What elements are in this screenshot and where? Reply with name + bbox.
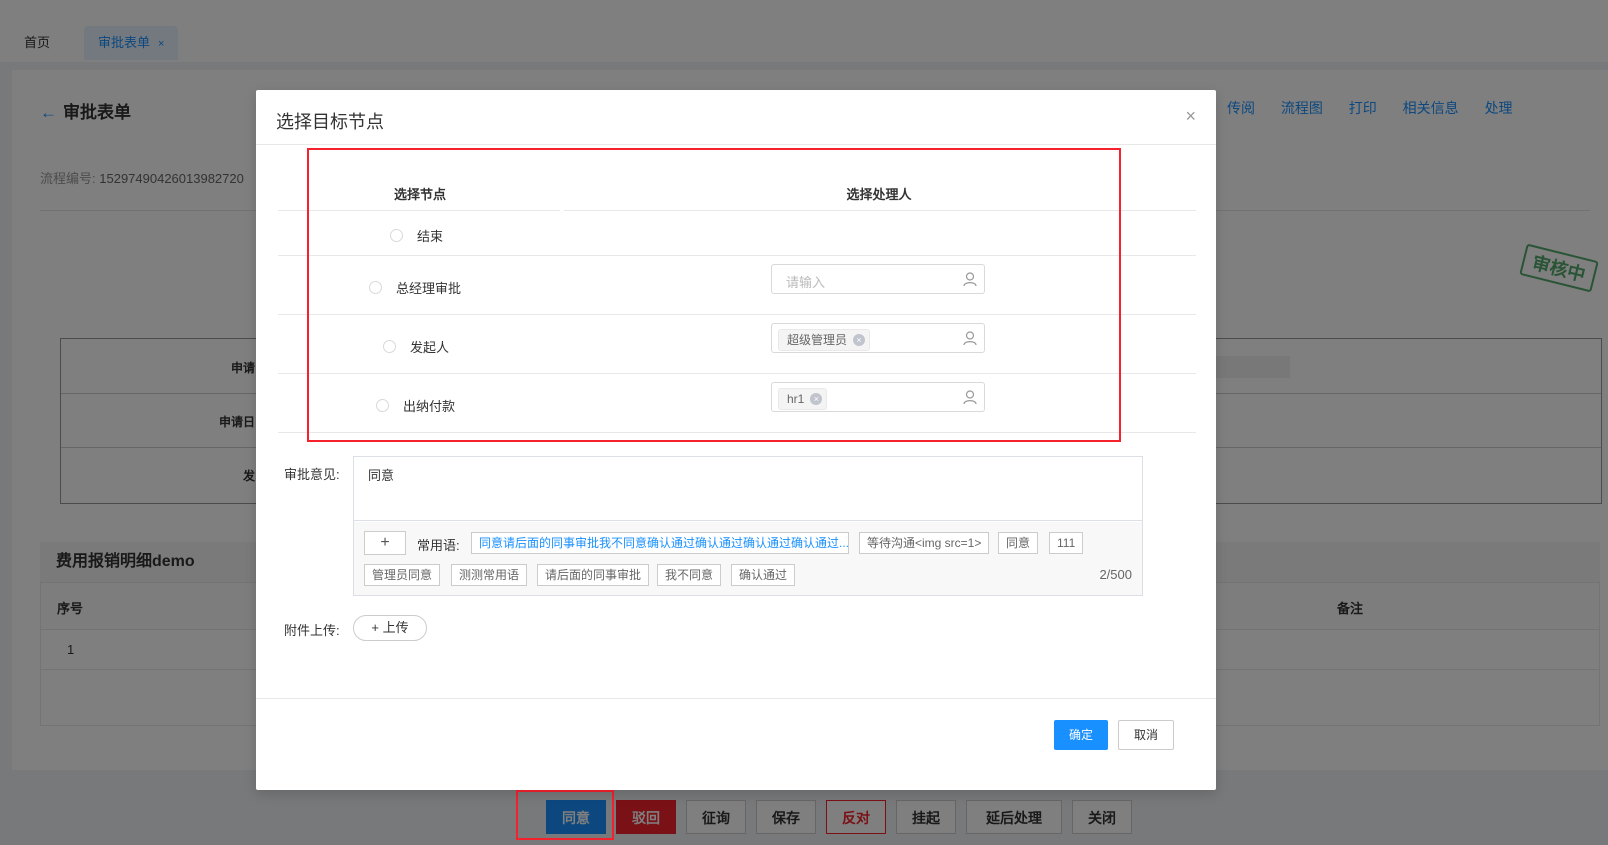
user-icon[interactable]	[962, 271, 978, 287]
handler-tag-label: hr1	[787, 392, 805, 406]
node-row: 发起人 超级管理员 ×	[278, 315, 1196, 374]
dialog-footer: 确定 取消	[256, 698, 1216, 791]
node-label: 发起人	[410, 340, 450, 355]
col-handler-header: 选择处理人	[846, 187, 912, 202]
phrases-label: 常用语:	[417, 538, 460, 553]
node-radio-gm-approval[interactable]: 总经理审批	[369, 278, 461, 297]
opinion-box: + 常用语: 同意请后面的同事审批我不同意确认通过确认通过确认通过确认通过...…	[353, 456, 1143, 596]
phrase-chip[interactable]: 同意请后面的同事审批我不同意确认通过确认通过确认通过确认通过...	[471, 532, 849, 554]
node-table-header: 选择节点 选择处理人	[278, 144, 1196, 211]
row-separator	[560, 315, 564, 373]
radio-icon[interactable]	[390, 229, 403, 242]
phrase-chip[interactable]: 管理员同意	[364, 564, 441, 586]
phrase-chip[interactable]: 确认通过	[731, 564, 796, 586]
handler-tag: hr1 ×	[778, 388, 828, 410]
node-label: 总经理审批	[396, 281, 462, 296]
node-row: 出纳付款 hr1 ×	[278, 374, 1196, 433]
radio-icon[interactable]	[383, 340, 396, 353]
handler-picker-initiator[interactable]: 超级管理员 ×	[771, 323, 985, 353]
agree-button-highlight	[516, 790, 614, 840]
phrase-chip[interactable]: 测测常用语	[451, 564, 528, 586]
select-target-node-dialog: 选择目标节点 × 选择节点 选择处理人 结束 总经理审批 请输入 发起人 超级管…	[256, 90, 1216, 790]
tag-remove-icon[interactable]: ×	[810, 393, 823, 405]
tag-remove-icon[interactable]: ×	[853, 334, 866, 346]
phrase-chip[interactable]: 同意	[998, 532, 1039, 554]
handler-placeholder: 请输入	[786, 275, 826, 290]
node-radio-initiator[interactable]: 发起人	[383, 337, 449, 356]
handler-picker-cashier[interactable]: hr1 ×	[771, 382, 985, 412]
phrase-chip[interactable]: 我不同意	[657, 564, 722, 586]
node-row: 总经理审批 请输入	[278, 256, 1196, 315]
handler-tag-label: 超级管理员	[787, 333, 848, 347]
cancel-button[interactable]: 取消	[1118, 720, 1174, 750]
upload-button[interactable]: + 上传	[353, 615, 427, 641]
char-counter: 2/500	[1099, 567, 1132, 582]
phrase-chip[interactable]: 请后面的同事审批	[537, 564, 650, 586]
handler-picker-gm[interactable]: 请输入	[771, 264, 985, 294]
radio-icon[interactable]	[369, 281, 382, 294]
opinion-textarea[interactable]	[354, 457, 1142, 521]
node-label: 出纳付款	[403, 399, 456, 414]
radio-icon[interactable]	[376, 399, 389, 412]
phrase-chip[interactable]: 111	[1049, 532, 1084, 554]
close-icon[interactable]: ×	[1185, 106, 1196, 127]
node-radio-cashier-payment[interactable]: 出纳付款	[376, 396, 455, 415]
node-radio-end[interactable]: 结束	[390, 226, 443, 245]
user-icon[interactable]	[962, 330, 978, 346]
handler-tag: 超级管理员 ×	[778, 329, 871, 351]
row-separator	[560, 374, 564, 432]
add-phrase-button[interactable]: +	[364, 531, 406, 555]
opinion-label: 审批意见:	[284, 467, 340, 482]
common-phrases: + 常用语: 同意请后面的同事审批我不同意确认通过确认通过确认通过确认通过...…	[354, 522, 1142, 595]
col-node-header: 选择节点	[393, 187, 446, 202]
row-separator	[560, 256, 564, 314]
user-icon[interactable]	[962, 389, 978, 405]
dialog-title: 选择目标节点	[276, 112, 384, 132]
phrase-chip[interactable]: 等待沟通<img src=1>	[859, 532, 990, 554]
node-label: 结束	[417, 229, 444, 244]
dialog-header: 选择目标节点 ×	[256, 90, 1216, 145]
row-separator	[560, 211, 564, 255]
confirm-button[interactable]: 确定	[1054, 720, 1108, 750]
attachment-label: 附件上传:	[284, 623, 340, 638]
node-row: 结束	[278, 211, 1196, 256]
